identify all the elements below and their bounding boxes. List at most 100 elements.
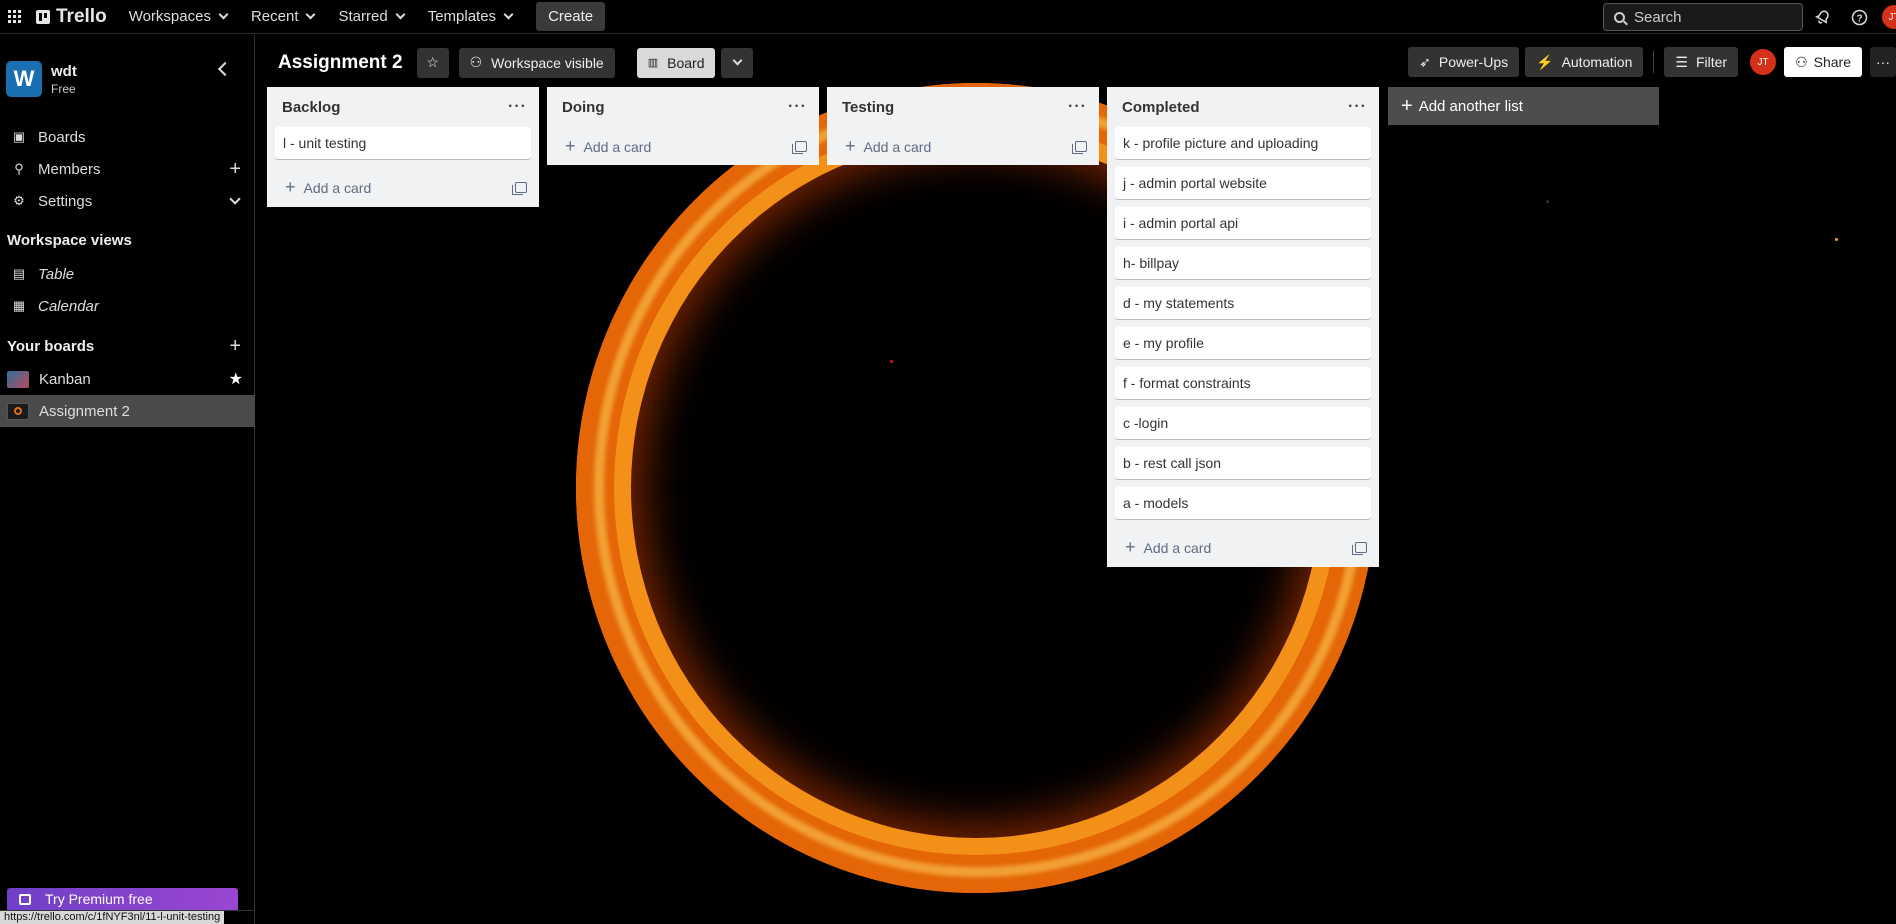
add-card-label: Add a card — [583, 138, 652, 155]
trello-logo[interactable]: Trello — [36, 6, 107, 28]
sidebar-item-label: Calendar — [38, 297, 99, 315]
filter-label: Filter — [1695, 54, 1728, 70]
nav-starred[interactable]: Starred — [328, 2, 413, 31]
add-card-label: Add a card — [303, 179, 372, 196]
search-input[interactable]: Search — [1603, 3, 1803, 31]
table-icon: ▤ — [12, 266, 26, 281]
list-title[interactable]: Backlog — [282, 99, 340, 116]
list-completed[interactable]: Completed ··· k - profile picture and upl… — [1107, 87, 1379, 567]
add-card-button[interactable]: + Add a card — [565, 136, 651, 157]
power-ups-label: Power-Ups — [1438, 54, 1509, 70]
search-icon — [1614, 11, 1625, 23]
card-template-icon[interactable] — [1352, 541, 1367, 555]
card[interactable]: j - admin portal website — [1115, 167, 1371, 199]
premium-icon — [19, 893, 31, 905]
sidebar-board-assignment-2[interactable]: Assignment 2 — [0, 395, 255, 427]
card-template-icon[interactable] — [1072, 140, 1087, 154]
nav-workspaces-label: Workspaces — [128, 8, 211, 25]
add-board-icon[interactable]: + — [229, 335, 241, 358]
board-menu-button[interactable]: ··· — [1870, 47, 1896, 77]
add-card-row: + Add a card — [267, 167, 539, 207]
status-url-bar: https://trello.com/c/1fNYF3nl/11-l-unit-… — [0, 911, 225, 924]
user-avatar[interactable]: JT — [1882, 5, 1896, 29]
divider — [1653, 51, 1655, 73]
add-card-button[interactable]: + Add a card — [285, 177, 371, 198]
sidebar-item-label: Settings — [38, 192, 93, 210]
add-card-button[interactable]: + Add a card — [1125, 537, 1211, 558]
card[interactable]: l - unit testing — [275, 127, 531, 159]
add-card-label: Add a card — [863, 138, 932, 155]
nav-recent-label: Recent — [250, 8, 299, 25]
workspace-name[interactable]: wdt — [51, 63, 77, 80]
list-backlog[interactable]: Backlog ··· l - unit testing + Add a card — [267, 87, 539, 207]
power-ups-button[interactable]: ➶ Power-Ups — [1408, 47, 1520, 77]
your-boards-header: Your boards + — [0, 330, 255, 362]
nav-workspaces[interactable]: Workspaces — [119, 2, 237, 31]
view-switcher-button[interactable] — [721, 47, 754, 78]
card[interactable]: h- billpay — [1115, 247, 1371, 279]
board-thumbnail — [7, 370, 29, 388]
list-doing[interactable]: Doing ··· + Add a card — [547, 87, 819, 165]
nav-starred-label: Starred — [338, 8, 388, 25]
add-card-button[interactable]: + Add a card — [845, 136, 931, 157]
plus-icon: + — [1125, 536, 1136, 557]
app-switcher-icon[interactable] — [8, 9, 22, 24]
notifications-bell-icon[interactable] — [1813, 7, 1833, 27]
list-menu-icon[interactable]: ··· — [1068, 98, 1087, 116]
add-member-icon[interactable]: + — [229, 158, 241, 181]
workspace-badge[interactable]: W — [6, 61, 42, 97]
visibility-button[interactable]: ⚇ Workspace visible — [458, 47, 615, 78]
gear-icon: ⚙ — [13, 193, 25, 208]
nav-recent[interactable]: Recent — [241, 2, 325, 31]
list-testing[interactable]: Testing ··· + Add a card — [827, 87, 1099, 165]
sidebar-item-table[interactable]: ▤ Table — [0, 258, 255, 290]
sidebar-board-kanban[interactable]: Kanban ★ — [0, 363, 255, 395]
add-another-list-button[interactable]: + Add another list — [1388, 87, 1659, 125]
list-menu-icon[interactable]: ··· — [508, 98, 527, 116]
svg-text:?: ? — [1856, 13, 1862, 24]
add-list-label: Add another list — [1418, 97, 1523, 115]
share-button[interactable]: ⚇ Share — [1784, 47, 1862, 77]
top-navigation-bar: Trello Workspaces Recent Starred Templat… — [0, 0, 1896, 34]
board-view-button[interactable]: ▥ Board — [636, 47, 716, 78]
sidebar-item-label: Members — [38, 160, 101, 178]
card[interactable]: c -login — [1115, 407, 1371, 439]
help-icon[interactable]: ? — [1849, 7, 1869, 27]
card[interactable]: b - rest call json — [1115, 447, 1371, 479]
add-card-row: + Add a card — [547, 127, 819, 165]
sidebar-item-settings[interactable]: ⚙ Settings — [0, 185, 255, 217]
list-menu-icon[interactable]: ··· — [788, 98, 807, 116]
card-template-icon[interactable] — [512, 181, 527, 195]
sidebar-item-boards[interactable]: ▣ Boards — [0, 121, 255, 153]
logo-text: Trello — [56, 5, 107, 27]
list-title[interactable]: Testing — [842, 99, 894, 116]
lightning-icon: ⚡ — [1536, 53, 1554, 70]
list-menu-icon[interactable]: ··· — [1348, 98, 1367, 116]
list-header: Doing ··· — [547, 87, 819, 127]
list-title[interactable]: Doing — [562, 99, 605, 116]
filter-button[interactable]: ☰ Filter — [1664, 47, 1739, 77]
card-template-icon[interactable] — [792, 140, 807, 154]
card[interactable]: k - profile picture and uploading — [1115, 127, 1371, 159]
card[interactable]: i - admin portal api — [1115, 207, 1371, 239]
list-title[interactable]: Completed — [1122, 99, 1200, 116]
sidebar-item-members[interactable]: ⚲ Members + — [0, 153, 255, 185]
member-avatar[interactable]: JT — [1750, 49, 1777, 75]
star-filled-icon[interactable]: ★ — [229, 369, 243, 389]
card[interactable]: a - models — [1115, 487, 1371, 519]
try-premium-button[interactable]: Try Premium free — [7, 888, 238, 910]
sidebar-item-calendar[interactable]: ▦ Calendar — [0, 290, 255, 322]
plus-icon: + — [845, 135, 856, 156]
card[interactable]: e - my profile — [1115, 327, 1371, 359]
card[interactable]: f - format constraints — [1115, 367, 1371, 399]
workspace-header: W wdt Free — [0, 35, 254, 105]
spark — [1835, 238, 1838, 241]
share-label: Share — [1813, 54, 1851, 70]
nav-templates[interactable]: Templates — [418, 2, 522, 31]
workspace-views-heading: Workspace views — [7, 232, 132, 249]
automation-button[interactable]: ⚡ Automation — [1525, 47, 1644, 77]
star-board-button[interactable]: ☆ — [416, 47, 449, 78]
board-title[interactable]: Assignment 2 — [278, 52, 403, 74]
card[interactable]: d - my statements — [1115, 287, 1371, 319]
create-button[interactable]: Create — [536, 2, 606, 31]
